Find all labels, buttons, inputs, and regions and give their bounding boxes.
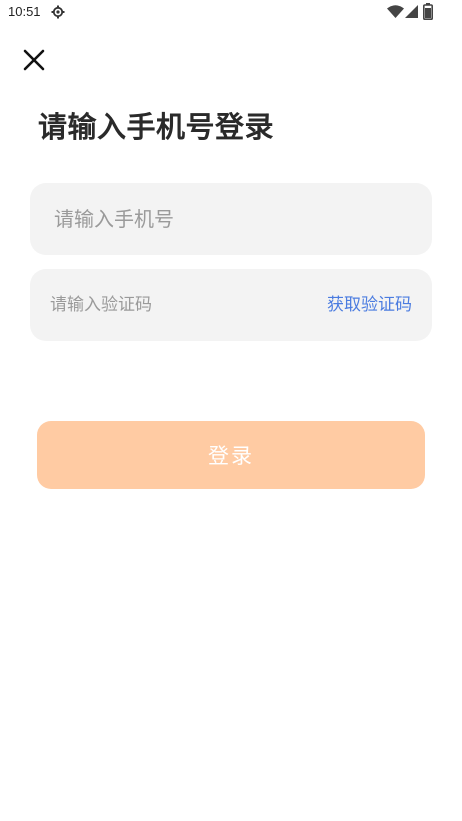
code-field: 获取验证码 xyxy=(30,269,432,341)
settings-icon xyxy=(51,5,65,19)
get-code-button[interactable]: 获取验证码 xyxy=(327,269,412,341)
status-time: 10:51 xyxy=(8,4,41,19)
close-button[interactable] xyxy=(18,44,50,76)
phone-input[interactable] xyxy=(54,183,414,255)
verification-code-input[interactable] xyxy=(50,269,320,341)
status-bar: 10:51 xyxy=(0,0,462,26)
battery-icon xyxy=(423,3,433,20)
signal-icon xyxy=(405,5,418,18)
page-title: 请输入手机号登录 xyxy=(38,110,275,144)
close-icon xyxy=(23,49,45,71)
phone-field xyxy=(30,183,432,255)
wifi-icon xyxy=(387,5,404,18)
login-button[interactable]: 登录 xyxy=(37,421,425,489)
